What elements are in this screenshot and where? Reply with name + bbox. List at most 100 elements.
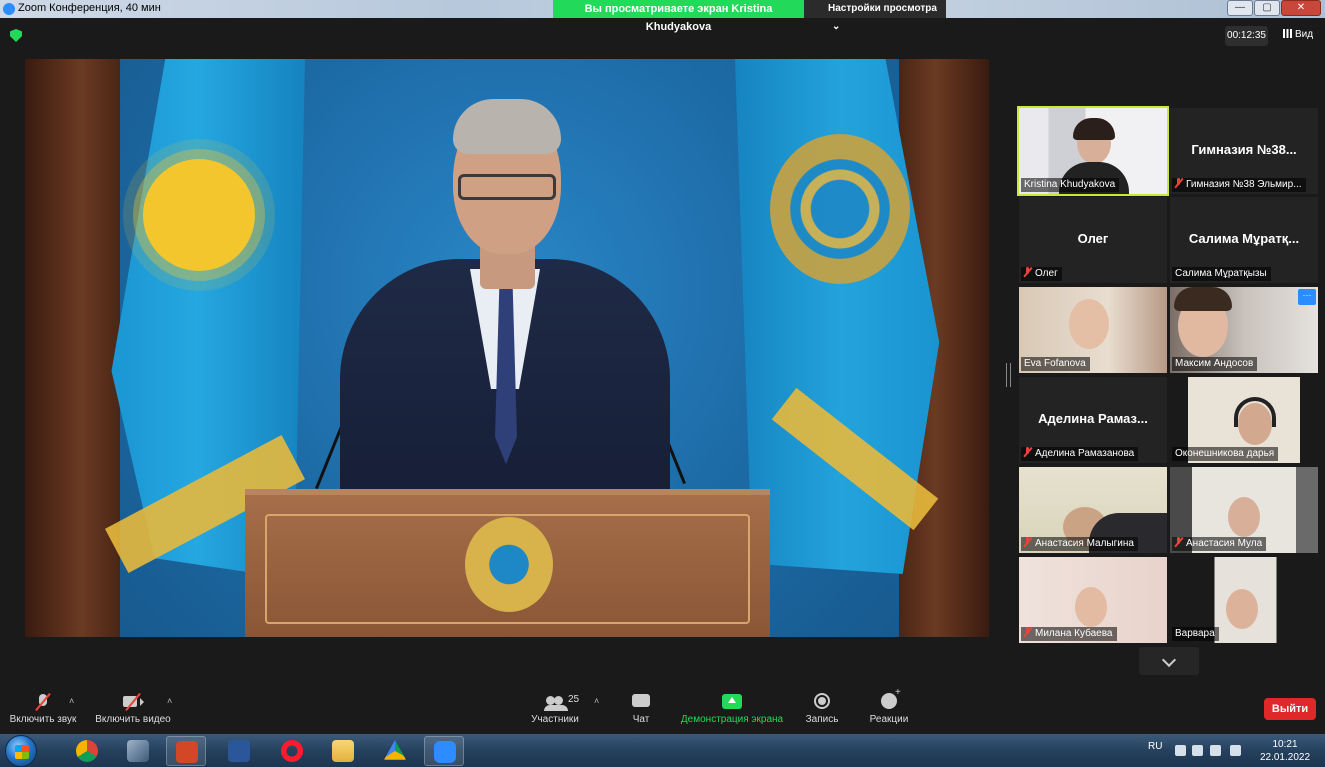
participant-tile[interactable]: Варвара: [1170, 557, 1318, 643]
participant-name: Аделина Рамазанова: [1021, 447, 1139, 461]
participant-display-name: Олег: [1077, 231, 1109, 246]
record-icon: [811, 693, 833, 710]
participant-name: Милана Кубаева: [1021, 627, 1117, 641]
meeting-toolbar: [0, 688, 1325, 734]
audio-options-caret[interactable]: ˄: [69, 696, 74, 706]
taskbar-app-opera[interactable]: [272, 736, 312, 766]
record-button[interactable]: Запись: [800, 688, 844, 734]
participant-name: Олег: [1021, 267, 1062, 281]
opera-icon: [281, 740, 303, 762]
participant-name: Анастасия Мула: [1172, 537, 1267, 551]
taskbar-app-explorer[interactable]: [323, 736, 363, 766]
clock-date: 22.01.2022: [1259, 752, 1311, 763]
participant-name: Варвара: [1172, 627, 1219, 641]
system-clock[interactable]: 10:21 22.01.2022: [1254, 738, 1316, 764]
participant-hair: [1073, 118, 1115, 140]
start-button[interactable]: [5, 735, 37, 767]
participant-tile[interactable]: Анастасия Мула: [1170, 467, 1318, 553]
folder-icon: [332, 740, 354, 762]
zoom-icon: [434, 741, 456, 763]
taskbar-app-chrome[interactable]: [67, 736, 107, 766]
video-options-caret[interactable]: ˄: [167, 696, 172, 706]
security-shield-icon[interactable]: [10, 29, 22, 42]
more-options-button[interactable]: ···: [1298, 289, 1316, 305]
state-emblem: [770, 134, 910, 284]
participants-label: Участники: [531, 714, 579, 725]
close-button[interactable]: ✕: [1281, 0, 1321, 16]
taskbar-app-drive[interactable]: [375, 736, 415, 766]
participant-tile[interactable]: Милана Кубаева: [1019, 557, 1167, 643]
chevron-down-icon: ⌄: [832, 21, 841, 32]
tray-volume-icon[interactable]: [1210, 745, 1221, 756]
window-title: Zoom Конференция, 40 мин: [18, 2, 161, 14]
speaker-hair: [453, 99, 561, 154]
participant-name: Гимназия №38 Эльмир...: [1172, 178, 1306, 192]
title-bar: Zoom Конференция, 40 мин Вы просматривае…: [0, 0, 1325, 33]
participants-count: 25: [568, 694, 580, 705]
participant-tile[interactable]: Оконешникова дарья: [1170, 377, 1318, 463]
panel-splitter-handle[interactable]: [1006, 363, 1011, 387]
drive-icon: [384, 740, 406, 760]
taskbar-app-settings[interactable]: [118, 736, 158, 766]
participant-display-name: Салима Мұратқ...: [1188, 231, 1300, 246]
participant-display-name: Гимназия №38...: [1191, 142, 1297, 157]
participant-tile[interactable]: Салима Мұратқ... Салима Мұратқызы: [1170, 197, 1318, 283]
record-label: Запись: [805, 714, 839, 725]
participant-face: [1228, 497, 1260, 537]
unmute-label: Включить звук: [9, 714, 77, 725]
mic-muted-icon: [1175, 178, 1182, 188]
taskbar-app-powerpoint[interactable]: [166, 736, 206, 766]
shared-screen[interactable]: [25, 59, 989, 637]
minimize-button[interactable]: —: [1227, 0, 1253, 16]
unmute-button[interactable]: Включить звук: [6, 688, 80, 734]
reactions-label: Реакции: [869, 714, 909, 725]
people-icon: [544, 694, 568, 711]
view-button[interactable]: Вид: [1283, 29, 1313, 40]
meeting-timer: 00:12:35: [1225, 26, 1268, 46]
share-banner: Вы просматриваете экран Kristina Khudyak…: [553, 0, 804, 33]
grid-icon: [1283, 29, 1292, 38]
participant-tile[interactable]: Аделина Рамаз... Аделина Рамазанова: [1019, 377, 1167, 463]
start-video-label: Включить видео: [95, 714, 171, 725]
participant-tile[interactable]: Kristina Khudyakova: [1017, 106, 1169, 196]
taskbar-app-word[interactable]: [219, 736, 259, 766]
tray-arrow-icon[interactable]: [1175, 745, 1186, 756]
start-video-button[interactable]: Включить видео: [92, 688, 174, 734]
participant-tile[interactable]: ··· Максим Андосов: [1170, 287, 1318, 373]
participant-face: [1069, 299, 1109, 349]
participant-tile[interactable]: Анастасия Малыгина: [1019, 467, 1167, 553]
share-screen-button[interactable]: Демонстрация экрана: [678, 688, 786, 734]
mic-muted-icon: [1024, 447, 1031, 457]
powerpoint-icon: [176, 741, 198, 763]
participant-tile[interactable]: Олег Олег: [1019, 197, 1167, 283]
participant-name: Салима Мұратқызы: [1172, 267, 1271, 281]
mic-muted-icon: [1024, 537, 1031, 547]
participant-name: Eva Fofanova: [1021, 357, 1090, 371]
participant-tile[interactable]: Гимназия №38... Гимназия №38 Эльмир...: [1170, 108, 1318, 194]
tray-flag-icon[interactable]: [1230, 745, 1241, 756]
taskbar-app-zoom[interactable]: [424, 736, 464, 766]
podium-emblem: [465, 517, 553, 612]
word-icon: [228, 740, 250, 762]
chrome-icon: [76, 740, 98, 762]
share-screen-label: Демонстрация экрана: [680, 714, 784, 725]
ornate-frame-left: [25, 59, 120, 637]
participants-options-caret[interactable]: ˄: [594, 696, 599, 706]
participant-hair: [1174, 287, 1232, 311]
participant-tile[interactable]: Eva Fofanova: [1019, 287, 1167, 373]
participant-display-name: Аделина Рамаз...: [1038, 411, 1148, 426]
reactions-button[interactable]: Реакции: [864, 687, 914, 734]
chat-button[interactable]: Чат: [620, 688, 662, 734]
camera-off-icon: [122, 692, 144, 712]
zoom-window: Zoom Конференция, 40 мин Вы просматривае…: [0, 0, 1325, 767]
settings-icon: [127, 740, 149, 762]
clock-time: 10:21: [1272, 739, 1298, 750]
mic-muted-icon: [1175, 537, 1182, 547]
tray-network-icon[interactable]: [1192, 745, 1203, 756]
leave-button[interactable]: Выйти: [1264, 698, 1316, 720]
maximize-button[interactable]: ▢: [1254, 0, 1280, 16]
gallery-next-page-button[interactable]: [1139, 647, 1199, 675]
language-indicator[interactable]: RU: [1148, 741, 1162, 752]
participant-name: Максим Андосов: [1172, 357, 1258, 371]
view-settings-button[interactable]: Настройки просмотра ⌄: [804, 0, 946, 32]
